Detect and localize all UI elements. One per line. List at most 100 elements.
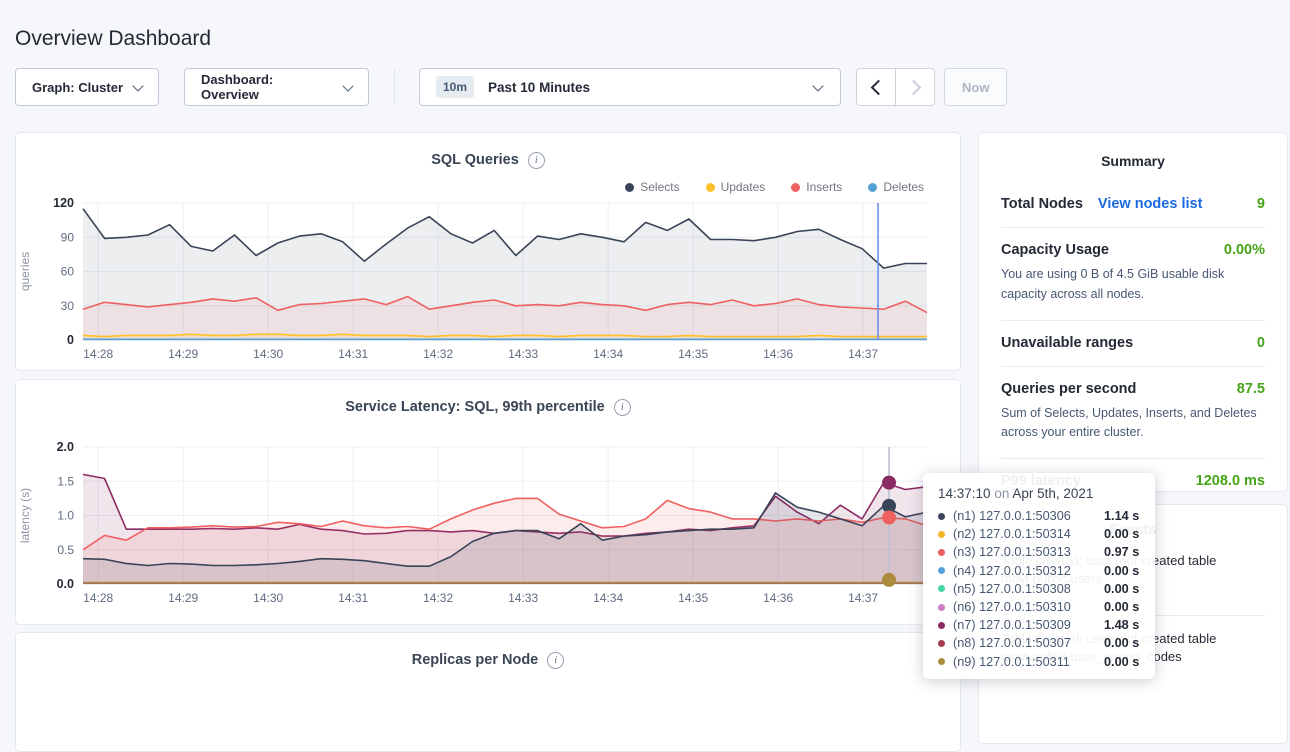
svg-text:14:34: 14:34 xyxy=(593,347,623,361)
tooltip-node-value: 0.00 s xyxy=(1104,655,1139,669)
chevron-down-icon xyxy=(132,80,143,91)
svg-text:1.5: 1.5 xyxy=(57,474,74,488)
svg-text:2.0: 2.0 xyxy=(57,440,74,454)
sql-queries-chart[interactable]: 14:2814:2914:3014:3114:3214:3314:3414:35… xyxy=(16,195,962,367)
legend-item-selects[interactable]: Selects xyxy=(625,180,679,194)
svg-text:14:36: 14:36 xyxy=(763,591,793,605)
svg-text:14:29: 14:29 xyxy=(168,591,198,605)
chevron-down-icon xyxy=(812,80,823,91)
svg-text:14:34: 14:34 xyxy=(593,591,623,605)
chart-legend: Selects Updates Inserts Deletes xyxy=(16,179,960,195)
legend-dot-icon xyxy=(625,183,634,192)
legend-item-inserts[interactable]: Inserts xyxy=(791,180,842,194)
next-time-button[interactable] xyxy=(895,69,934,105)
summary-description: Sum of Selects, Updates, Inserts, and De… xyxy=(1001,404,1265,444)
info-icon[interactable]: i xyxy=(528,152,545,169)
legend-item-deletes[interactable]: Deletes xyxy=(868,180,924,194)
info-icon[interactable]: i xyxy=(547,652,564,669)
tooltip-node-row: (n3) 127.0.0.1:503130.97 s xyxy=(938,543,1140,561)
graph-dropdown[interactable]: Graph: Cluster xyxy=(15,68,159,106)
time-range-badge: 10m xyxy=(436,76,474,98)
tooltip-node-value: 0.00 s xyxy=(1104,636,1139,650)
summary-header: Summary xyxy=(979,133,1287,182)
legend-dot-icon xyxy=(868,183,877,192)
tooltip-node-row: (n7) 127.0.0.1:503091.48 s xyxy=(938,616,1140,634)
node-color-dot-icon xyxy=(938,513,945,520)
now-button[interactable]: Now xyxy=(944,68,1007,106)
tooltip-node-label: (n4) 127.0.0.1:50312 xyxy=(953,564,1104,578)
node-color-dot-icon xyxy=(938,531,945,538)
svg-text:30: 30 xyxy=(61,299,75,313)
legend-item-updates[interactable]: Updates xyxy=(706,180,766,194)
summary-label: Capacity Usage xyxy=(1001,242,1109,258)
legend-label: Updates xyxy=(721,180,766,194)
tooltip-node-row: (n6) 127.0.0.1:503100.00 s xyxy=(938,598,1140,616)
svg-text:14:29: 14:29 xyxy=(168,347,198,361)
info-icon[interactable]: i xyxy=(614,399,631,416)
tooltip-node-label: (n2) 127.0.0.1:50314 xyxy=(953,527,1104,541)
replicas-per-node-panel: Replicas per Node i xyxy=(15,632,961,752)
summary-row-main: Unavailable ranges 0 xyxy=(1001,335,1265,351)
tooltip-node-value: 0.00 s xyxy=(1104,527,1139,541)
node-color-dot-icon xyxy=(938,622,945,629)
tooltip-timestamp: 14:37:10 on Apr 5th, 2021 xyxy=(938,486,1140,501)
tooltip-node-value: 0.00 s xyxy=(1104,564,1139,578)
chart-title: SQL Queries xyxy=(431,152,519,168)
node-color-dot-icon xyxy=(938,640,945,647)
summary-label: Total Nodes xyxy=(1001,196,1083,212)
tooltip-node-value: 1.48 s xyxy=(1104,618,1139,632)
summary-label: Unavailable ranges xyxy=(1001,335,1133,351)
summary-row-main: Queries per second 87.5 xyxy=(1001,381,1265,397)
svg-text:0.5: 0.5 xyxy=(57,543,74,557)
dashboard-dropdown-label: Dashboard: Overview xyxy=(201,72,333,102)
svg-text:14:35: 14:35 xyxy=(678,347,708,361)
node-color-dot-icon xyxy=(938,567,945,574)
chevron-right-icon xyxy=(905,79,921,95)
tooltip-node-row: (n4) 127.0.0.1:503120.00 s xyxy=(938,562,1140,580)
summary-row-main: Total NodesView nodes list9 xyxy=(1001,196,1265,212)
dashboard-dropdown[interactable]: Dashboard: Overview xyxy=(184,68,369,106)
svg-text:14:32: 14:32 xyxy=(423,591,453,605)
node-color-dot-icon xyxy=(938,604,945,611)
svg-text:14:28: 14:28 xyxy=(83,591,113,605)
chart-hover-tooltip: 14:37:10 on Apr 5th, 2021 (n1) 127.0.0.1… xyxy=(923,473,1155,679)
summary-description: You are using 0 B of 4.5 GiB usable disk… xyxy=(1001,265,1265,305)
service-latency-chart[interactable]: 14:2814:2914:3014:3114:3214:3314:3414:35… xyxy=(16,439,962,611)
sql-queries-panel: SQL Queries i Selects Updates Inserts Delet… xyxy=(15,132,961,371)
summary-row: Capacity Usage 0.00% You are using 0 B of … xyxy=(1001,227,1265,320)
svg-text:14:33: 14:33 xyxy=(508,591,538,605)
svg-text:14:31: 14:31 xyxy=(338,347,368,361)
svg-text:120: 120 xyxy=(53,196,74,210)
chart-title: Replicas per Node xyxy=(412,652,539,668)
divider xyxy=(394,69,395,105)
tooltip-node-row: (n5) 127.0.0.1:503080.00 s xyxy=(938,580,1140,598)
summary-row: Unavailable ranges 0 xyxy=(1001,320,1265,366)
tooltip-node-value: 1.14 s xyxy=(1104,509,1139,523)
chart-title: Service Latency: SQL, 99th percentile xyxy=(345,399,605,415)
tooltip-node-label: (n3) 127.0.0.1:50313 xyxy=(953,545,1104,559)
summary-row: Queries per second 87.5 Sum of Selects, Up… xyxy=(1001,366,1265,459)
tooltip-node-label: (n5) 127.0.0.1:50308 xyxy=(953,582,1104,596)
tooltip-node-value: 0.97 s xyxy=(1104,545,1139,559)
summary-panel: Summary Total NodesView nodes list9Capac… xyxy=(978,132,1288,492)
legend-dot-icon xyxy=(791,183,800,192)
summary-row-main: Capacity Usage 0.00% xyxy=(1001,242,1265,258)
view-nodes-link[interactable]: View nodes list xyxy=(1098,196,1203,212)
node-color-dot-icon xyxy=(938,585,945,592)
summary-label: Queries per second xyxy=(1001,381,1136,397)
tooltip-node-value: 0.00 s xyxy=(1104,582,1139,596)
prev-time-button[interactable] xyxy=(857,69,895,105)
summary-value: 0.00% xyxy=(1224,242,1265,258)
legend-label: Selects xyxy=(640,180,679,194)
summary-value: 87.5 xyxy=(1237,381,1265,397)
tooltip-node-row: (n9) 127.0.0.1:503110.00 s xyxy=(938,653,1140,671)
legend-dot-icon xyxy=(706,183,715,192)
service-latency-panel: Service Latency: SQL, 99th percentile i … xyxy=(15,379,961,625)
svg-text:14:37: 14:37 xyxy=(848,347,878,361)
svg-text:14:30: 14:30 xyxy=(253,347,283,361)
tooltip-node-row: (n2) 127.0.0.1:503140.00 s xyxy=(938,525,1140,543)
summary-value: 0 xyxy=(1257,335,1265,351)
svg-text:latency (s): latency (s) xyxy=(18,488,32,543)
time-range-dropdown[interactable]: 10m Past 10 Minutes xyxy=(419,68,841,106)
summary-value: 1208.0 ms xyxy=(1196,473,1265,489)
